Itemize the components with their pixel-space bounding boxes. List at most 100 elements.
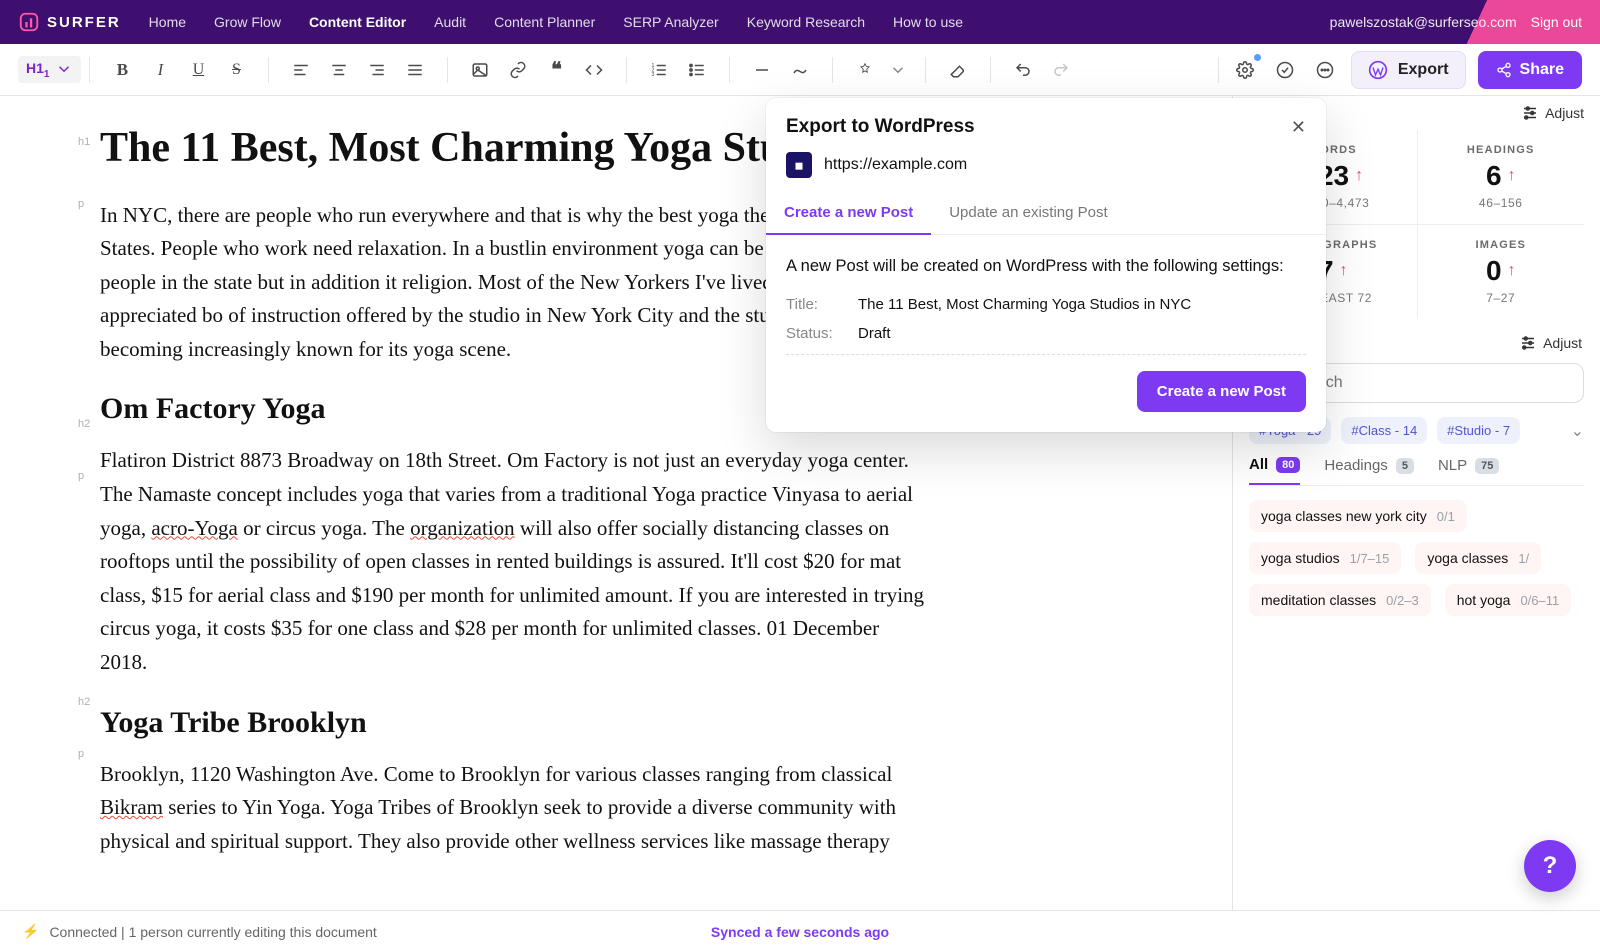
editor-toolbar: H11 B I U S ❝ 123 [0, 44, 1600, 96]
modal-tabs: Create a new Post Update an existing Pos… [766, 192, 1326, 235]
search-input[interactable] [1292, 374, 1569, 392]
site-favicon [786, 152, 812, 178]
signout-link[interactable]: Sign out [1531, 14, 1582, 30]
link-button[interactable] [504, 56, 532, 84]
status-bar: ⚡ Connected | 1 person currently editing… [0, 910, 1600, 952]
share-icon [1496, 62, 1512, 78]
nav-home[interactable]: Home [149, 14, 186, 30]
bolt-icon: ⚡ [22, 923, 39, 940]
term-item[interactable]: yoga studios1/7–15 [1249, 542, 1401, 574]
nav-content-planner[interactable]: Content Planner [494, 14, 595, 30]
stat-headings: HEADINGS 6↑ 46–156 [1417, 130, 1585, 224]
modal-title: Export to WordPress [786, 116, 975, 138]
gutter-p: p [78, 470, 84, 482]
heading-selector[interactable]: H11 [18, 56, 81, 84]
gutter-h2: h2 [78, 418, 90, 430]
term-item[interactable]: yoga classes1/ [1415, 542, 1541, 574]
chip-studio[interactable]: #Studio - 7 [1437, 417, 1520, 444]
export-wordpress-modal: Export to WordPress ✕ https://example.co… [766, 98, 1326, 432]
arrow-up-icon: ↑ [1508, 262, 1516, 280]
write-tool-button[interactable] [851, 56, 879, 84]
notification-dot [1254, 54, 1261, 61]
nav-audit[interactable]: Audit [434, 14, 466, 30]
main-nav: Home Grow Flow Content Editor Audit Cont… [149, 14, 963, 30]
hr-button[interactable] [748, 56, 776, 84]
adjust-stats-button[interactable]: Adjust [1521, 104, 1584, 122]
align-justify-button[interactable] [401, 56, 429, 84]
site-url: https://example.com [824, 156, 967, 174]
tab-all[interactable]: All80 [1249, 456, 1300, 485]
bullet-list-button[interactable] [683, 56, 711, 84]
curve-button[interactable] [786, 56, 814, 84]
sliders-icon [1521, 104, 1539, 122]
align-right-button[interactable] [363, 56, 391, 84]
arrow-up-icon: ↑ [1508, 167, 1516, 185]
italic-button[interactable]: I [146, 56, 174, 84]
code-button[interactable] [580, 56, 608, 84]
term-list: yoga classes new york city0/1 yoga studi… [1249, 500, 1584, 616]
more-button[interactable] [1311, 56, 1339, 84]
stat-images: IMAGES 0↑ 7–27 [1417, 224, 1585, 319]
nav-serp-analyzer[interactable]: SERP Analyzer [623, 14, 718, 30]
app-topbar: SURFER Home Grow Flow Content Editor Aud… [0, 0, 1600, 44]
export-label: Export [1398, 61, 1449, 79]
gutter-p: p [78, 748, 84, 760]
chevron-down-icon [55, 60, 73, 78]
divider [786, 354, 1306, 355]
modal-description: A new Post will be created on WordPress … [786, 255, 1306, 278]
image-button[interactable] [466, 56, 494, 84]
kv-title: Title:The 11 Best, Most Charming Yoga St… [786, 296, 1306, 313]
paragraph-3[interactable]: Brooklyn, 1120 Washington Ave. Come to B… [100, 758, 930, 859]
quote-button[interactable]: ❝ [542, 56, 570, 84]
eraser-button[interactable] [944, 56, 972, 84]
chevron-down-icon[interactable]: ⌄ [1571, 421, 1584, 441]
create-post-button[interactable]: Create a new Post [1137, 371, 1306, 412]
tab-create-post[interactable]: Create a new Post [766, 192, 931, 235]
term-item[interactable]: meditation classes0/2–3 [1249, 584, 1431, 616]
undo-button[interactable] [1009, 56, 1037, 84]
align-left-button[interactable] [287, 56, 315, 84]
brand-logo[interactable]: SURFER [18, 11, 121, 33]
arrow-up-icon: ↑ [1340, 262, 1348, 280]
heading-yoga-tribe[interactable]: Yoga Tribe Brooklyn [100, 706, 1172, 740]
gutter-h1: h1 [78, 136, 90, 148]
settings-button[interactable] [1231, 56, 1259, 84]
check-button[interactable] [1271, 56, 1299, 84]
term-item[interactable]: hot yoga0/6–11 [1445, 584, 1572, 616]
tab-headings[interactable]: Headings5 [1324, 456, 1414, 485]
share-button[interactable]: Share [1478, 51, 1582, 89]
tab-nlp[interactable]: NLP75 [1438, 456, 1499, 485]
numbered-list-button[interactable]: 123 [645, 56, 673, 84]
chip-class[interactable]: #Class - 14 [1341, 417, 1427, 444]
redo-button[interactable] [1047, 56, 1075, 84]
term-item[interactable]: yoga classes new york city0/1 [1249, 500, 1467, 532]
term-tabs: All80 Headings5 NLP75 [1249, 456, 1584, 486]
gutter-h2: h2 [78, 696, 90, 708]
nav-content-editor[interactable]: Content Editor [309, 14, 406, 30]
align-center-button[interactable] [325, 56, 353, 84]
connection-status: Connected | 1 person currently editing t… [49, 924, 376, 940]
gutter-p: p [78, 198, 84, 210]
tab-update-post[interactable]: Update an existing Post [931, 192, 1125, 234]
adjust-terms-button[interactable]: Adjust [1519, 334, 1582, 352]
wordpress-icon [1368, 60, 1388, 80]
brand-text: SURFER [47, 14, 121, 31]
nav-how-to-use[interactable]: How to use [893, 14, 963, 30]
kv-status: Status:Draft [786, 325, 1306, 342]
svg-text:3: 3 [652, 72, 655, 78]
help-fab[interactable]: ? [1524, 840, 1576, 892]
heading-label: H11 [26, 60, 49, 80]
account-email: pawelszostak@surferseo.com [1330, 14, 1517, 30]
share-label: Share [1520, 61, 1564, 79]
underline-button[interactable]: U [184, 56, 212, 84]
strikethrough-button[interactable]: S [222, 56, 250, 84]
bold-button[interactable]: B [108, 56, 136, 84]
nav-growflow[interactable]: Grow Flow [214, 14, 281, 30]
chevron-down-icon[interactable] [889, 61, 907, 79]
nav-keyword-research[interactable]: Keyword Research [747, 14, 865, 30]
close-icon[interactable]: ✕ [1291, 117, 1306, 138]
paragraph-2[interactable]: Flatiron District 8873 Broadway on 18th … [100, 444, 930, 679]
export-button[interactable]: Export [1351, 51, 1466, 89]
sliders-icon [1519, 334, 1537, 352]
sync-status: Synced a few seconds ago [711, 924, 889, 940]
